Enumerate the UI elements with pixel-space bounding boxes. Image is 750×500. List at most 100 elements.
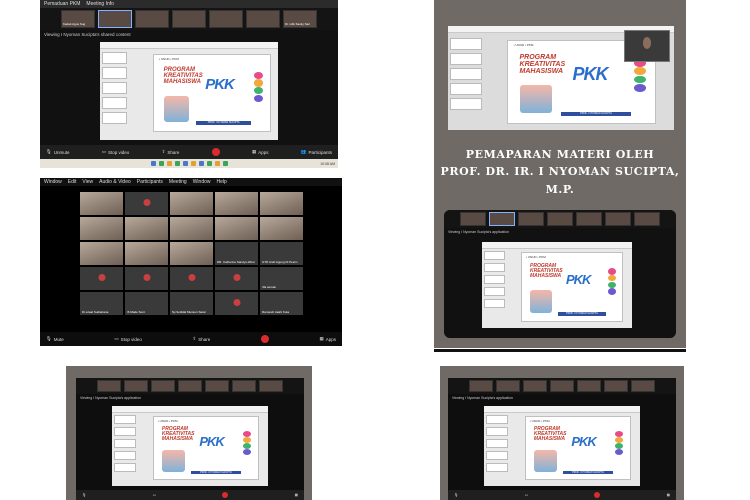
participant-thumb[interactable]: Dr. Lilik Sasky Sari <box>283 10 317 28</box>
participant-thumb[interactable] <box>460 212 486 226</box>
participant-thumb[interactable] <box>469 380 493 392</box>
meeting-info-link[interactable]: Meeting Info <box>86 1 114 7</box>
slide-thumbnails <box>484 251 505 308</box>
taskbar-icon[interactable] <box>174 161 180 166</box>
participant-thumb[interactable] <box>604 380 628 392</box>
participant-thumb[interactable] <box>124 380 148 392</box>
participant-tile[interactable] <box>215 192 258 215</box>
participant-thumb[interactable] <box>605 212 631 226</box>
apps-button[interactable]: ▦ Apps <box>319 336 336 342</box>
participant-tile[interactable] <box>125 217 168 240</box>
participant-tile[interactable] <box>80 192 123 215</box>
app-title: Pemaduan PKM <box>44 1 81 7</box>
program-title: PROGRAM KREATIVITAS MAHASISWA <box>161 425 195 442</box>
participant-tile[interactable]: Ny.Sotlidal Munsun Saral <box>170 292 213 315</box>
participant-tile[interactable] <box>125 267 168 290</box>
taskbar-icon[interactable] <box>206 161 212 166</box>
heading-line-1: PEMAPARAN MATERI OLEH <box>465 148 655 162</box>
participant-thumb[interactable] <box>518 212 544 226</box>
participant-thumb[interactable] <box>523 380 547 392</box>
participant-tile[interactable] <box>80 267 123 290</box>
participant-tile[interactable] <box>260 192 303 215</box>
powerpoint-window: • UNUD • PKM PROGRAM KREATIVITAS MAHASIS… <box>100 42 278 140</box>
participant-thumb[interactable] <box>634 212 660 226</box>
participant-tile[interactable] <box>80 242 123 265</box>
avatar <box>233 298 240 306</box>
unmute-button[interactable]: 🎙 Unmute <box>46 149 69 155</box>
taskbar-icon[interactable] <box>214 161 220 166</box>
participant-tile[interactable] <box>215 267 258 290</box>
taskbar-icon[interactable] <box>198 161 204 166</box>
participant-thumb[interactable] <box>151 380 175 392</box>
participant-strip: Kadek Agus Sug Dr. Lilik Sasky Sari <box>40 8 338 30</box>
start-icon[interactable] <box>150 161 156 166</box>
participant-thumb[interactable] <box>246 10 280 28</box>
participant-thumb[interactable] <box>489 212 515 226</box>
camera-icon: ▭ <box>101 149 107 154</box>
apps-button[interactable]: ▦ Apps <box>252 149 269 155</box>
participant-tile[interactable] <box>170 217 213 240</box>
share-button[interactable]: ⇧ Share <box>192 336 210 342</box>
participant-thumb[interactable] <box>178 380 202 392</box>
speaker-video[interactable] <box>624 30 670 62</box>
participant-tile[interactable] <box>170 242 213 265</box>
mute-button[interactable]: 🎙 <box>82 493 86 497</box>
participant-thumb[interactable] <box>205 380 229 392</box>
slide: • UNUD • PKM PROGRAM KREATIVITAS MAHASIS… <box>152 416 259 480</box>
participant-tile[interactable] <box>170 192 213 215</box>
menu-bar: Window Edit View Audio & Video Participa… <box>40 178 342 186</box>
end-call-button[interactable] <box>222 492 229 498</box>
end-call-button[interactable] <box>594 492 601 498</box>
participant-tile[interactable] <box>125 242 168 265</box>
end-call-button[interactable] <box>211 148 220 156</box>
mute-button[interactable]: 🎙 <box>454 493 458 497</box>
participants-button[interactable]: 👥 Participants <box>301 149 332 155</box>
participant-thumb[interactable] <box>496 380 520 392</box>
participant-tile[interactable] <box>170 267 213 290</box>
stop-video-button[interactable]: ▭ Stop video <box>102 149 130 155</box>
color-drops <box>634 59 647 95</box>
apps-button[interactable]: ▦ <box>295 493 298 497</box>
video-button[interactable]: ▭ <box>525 493 528 497</box>
students-illustration <box>530 289 552 313</box>
participant-thumb[interactable] <box>259 380 283 392</box>
taskbar-icon[interactable] <box>222 161 228 166</box>
taskbar-icon[interactable] <box>182 161 188 166</box>
participant-thumb[interactable] <box>547 212 573 226</box>
footer-bar: PROF. I NYOMAN SUCIPTA <box>563 470 613 475</box>
participant-tile[interactable]: I6 Made Sunt <box>125 292 168 315</box>
video-button[interactable]: ▭ <box>153 493 156 497</box>
participant-thumb[interactable] <box>550 380 574 392</box>
participant-tile[interactable]: DR. Catherine Sandys-Wirel <box>215 242 258 265</box>
participant-thumb[interactable] <box>97 380 121 392</box>
participant-thumb[interactable] <box>576 212 602 226</box>
participant-tile[interactable] <box>215 217 258 240</box>
participant-tile[interactable] <box>260 217 303 240</box>
apps-button[interactable]: ▦ <box>667 493 670 497</box>
end-call-button[interactable] <box>260 335 269 343</box>
participant-tile[interactable] <box>215 292 258 315</box>
mute-button[interactable]: 🎙 Mute <box>46 336 64 342</box>
taskbar-icon[interactable] <box>190 161 196 166</box>
participant-tile[interactable] <box>125 192 168 215</box>
zoom-window-c: Viewing I Nyoman Sucipta's application •… <box>444 210 676 338</box>
taskbar-icon[interactable] <box>166 161 172 166</box>
taskbar-icon[interactable] <box>158 161 164 166</box>
participant-tile[interactable]: GTD Arah Agung Di Pesim <box>260 242 303 265</box>
stop-video-button[interactable]: ▭ Stop video <box>114 336 142 342</box>
participant-tile[interactable]: Dr.ezaal Sudiartana <box>80 292 123 315</box>
powerpoint-window: • UNUD • PKM PROGRAM KREATIVITAS MAHASIS… <box>482 242 632 328</box>
participant-thumb[interactable] <box>98 10 132 28</box>
participant-tile[interactable] <box>80 217 123 240</box>
participant-thumb[interactable] <box>631 380 655 392</box>
participant-thumb[interactable] <box>209 10 243 28</box>
participant-thumb[interactable] <box>172 10 206 28</box>
participant-thumb[interactable] <box>135 10 169 28</box>
color-drops <box>615 430 624 458</box>
participant-thumb[interactable]: Kadek Agus Sug <box>61 10 95 28</box>
participant-thumb[interactable] <box>232 380 256 392</box>
participant-tile[interactable]: Ramandi Jaahi Kuta <box>260 292 303 315</box>
participant-tile[interactable]: rifa seruan <box>260 267 303 290</box>
participant-thumb[interactable] <box>577 380 601 392</box>
share-button[interactable]: ⇧ Share <box>162 149 180 155</box>
